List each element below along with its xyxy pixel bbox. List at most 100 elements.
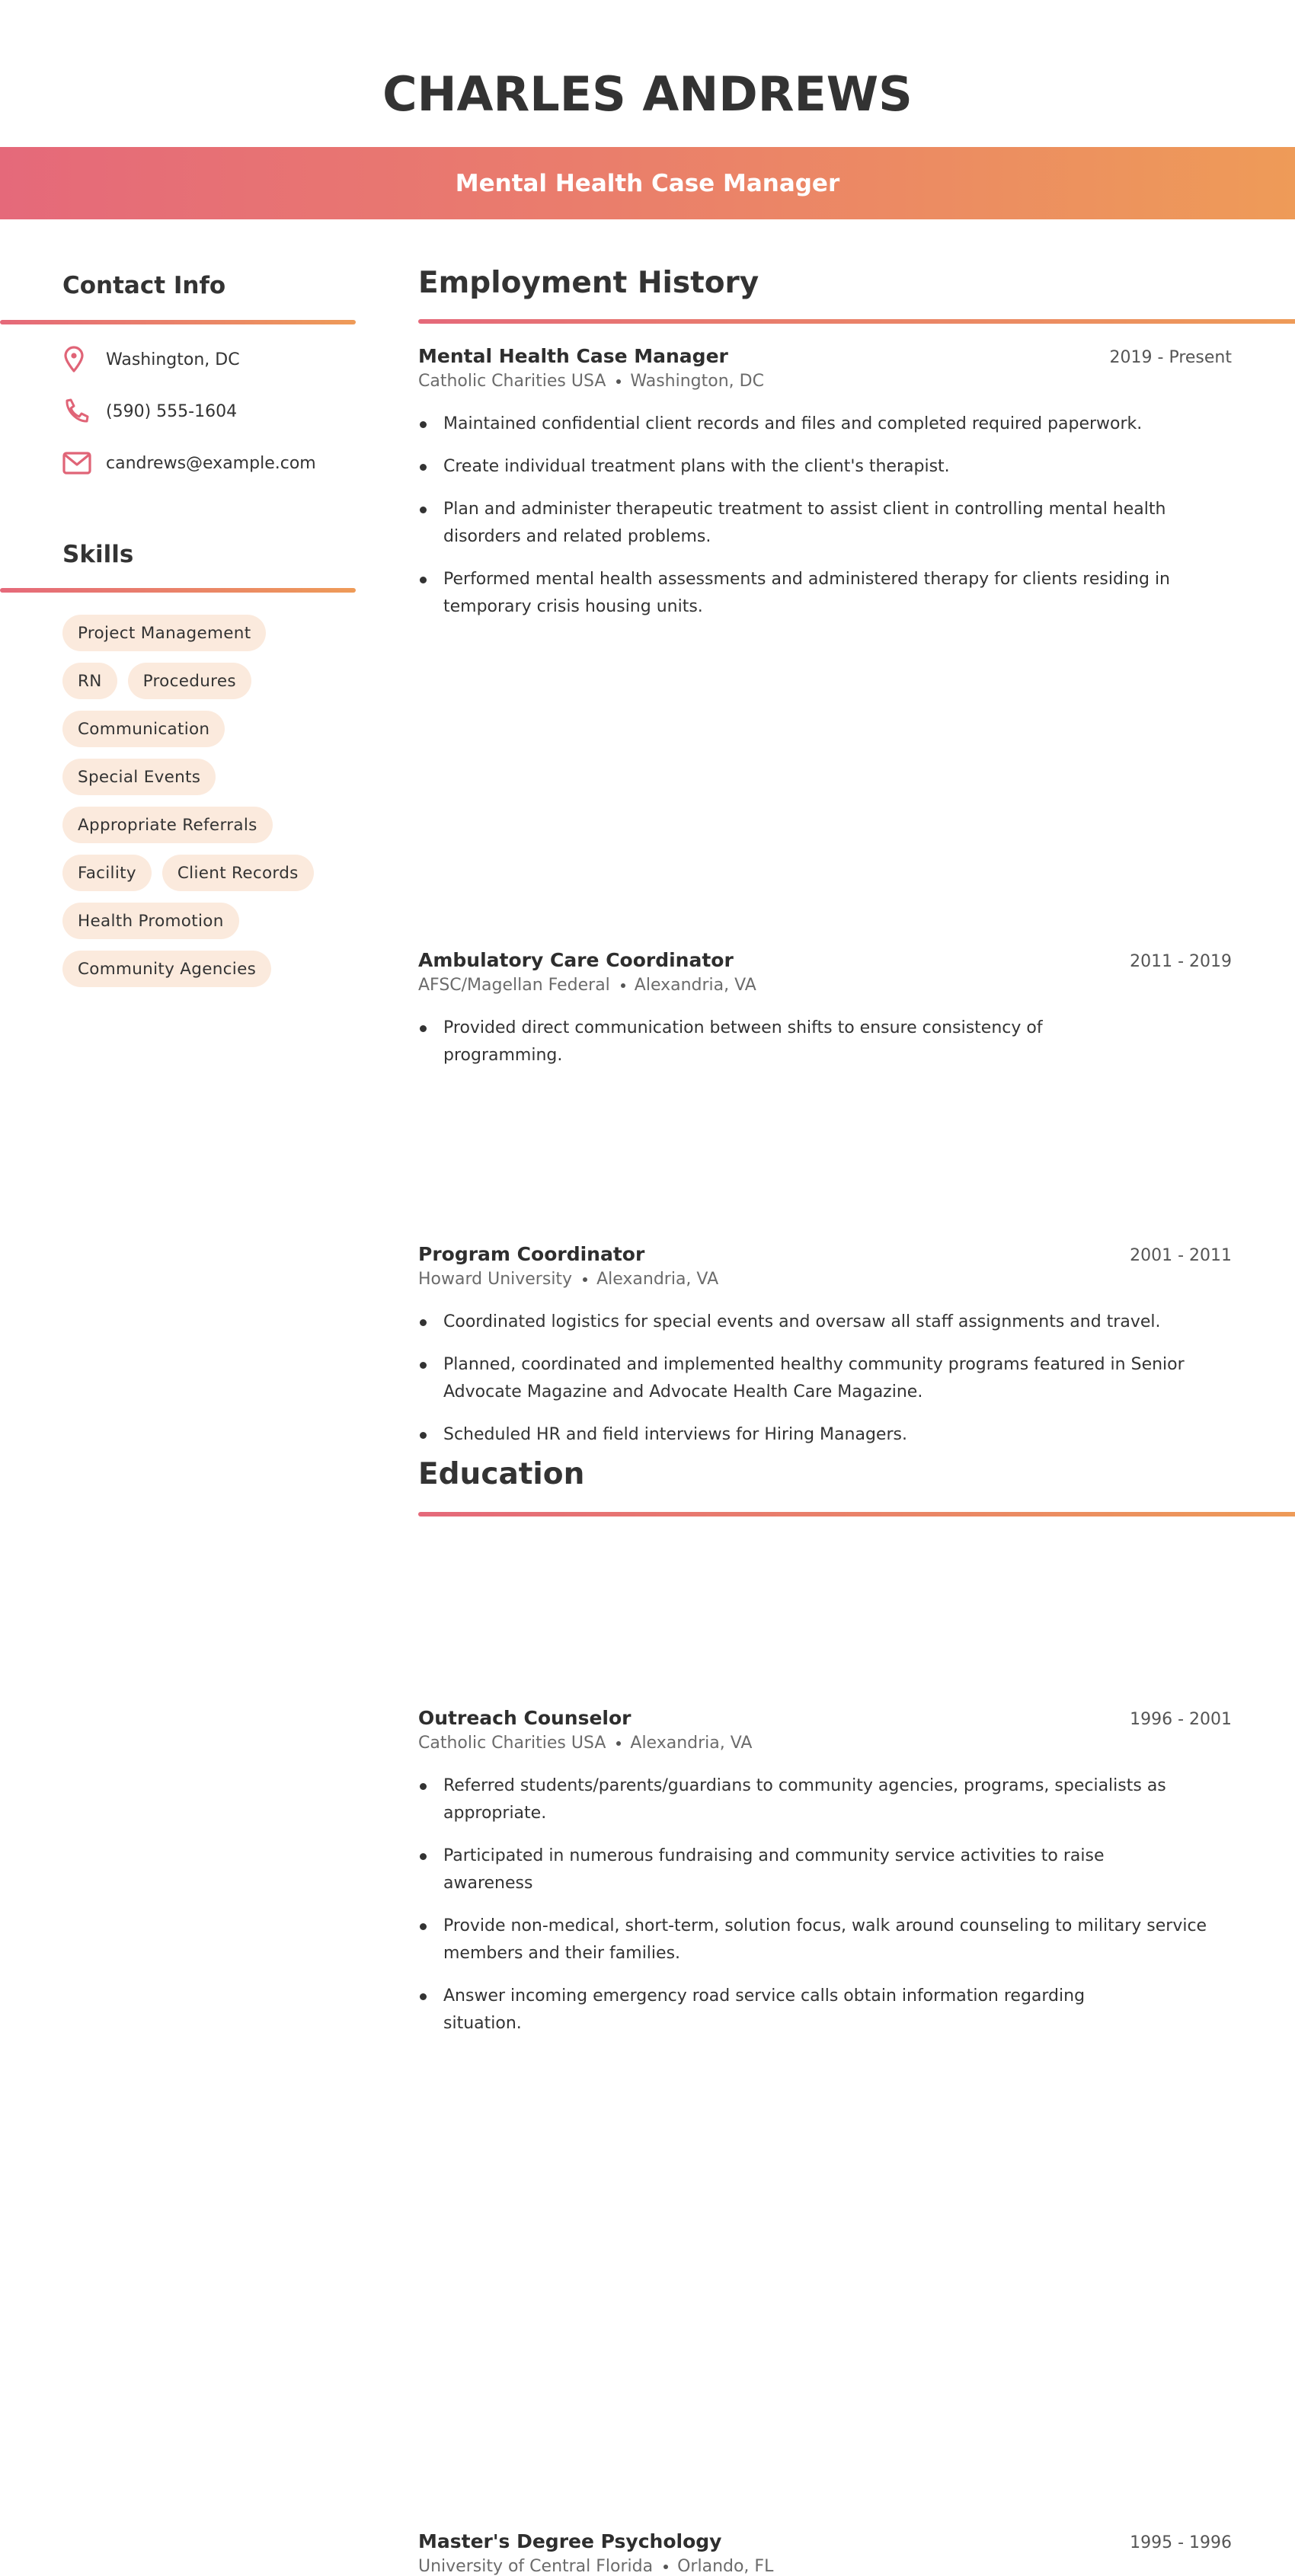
separator-dot <box>620 983 625 988</box>
bullet-dot <box>420 1853 427 1860</box>
job-entry-title: Mental Health Case Manager <box>418 345 728 367</box>
bullet-item: Create individual treatment plans with t… <box>418 453 1232 481</box>
bullet-dot <box>420 1783 427 1790</box>
bullet-text: Planned, coordinated and implemented hea… <box>443 1355 1185 1401</box>
bullet-text: Coordinated logistics for special events… <box>443 1312 1161 1331</box>
skill-pill: Community Agencies <box>62 951 272 987</box>
bullet-text: Participated in numerous fundraising and… <box>443 1846 1105 1893</box>
skill-pill: Client Records <box>161 855 314 891</box>
bullet-text: Create individual treatment plans with t… <box>443 457 950 476</box>
separator-dot <box>616 379 622 384</box>
job-entry-location: Alexandria, VA <box>634 976 756 995</box>
bullet-dot <box>420 1025 427 1032</box>
map-pin-icon <box>62 344 93 375</box>
skill-pill: Project Management <box>62 615 267 651</box>
skill-pill: Procedures <box>127 663 251 699</box>
skills-list: Project Management RN Procedures Communi… <box>62 615 360 999</box>
skill-pill: Appropriate Referrals <box>62 807 273 843</box>
bullet-text: Answer incoming emergency road service c… <box>443 1986 1086 2033</box>
skill-pill: Health Promotion <box>62 903 239 939</box>
bullet-item: Maintained confidential client records a… <box>418 411 1232 438</box>
bullet-text: Scheduled HR and field interviews for Hi… <box>443 1425 907 1444</box>
bullet-dot <box>420 421 427 428</box>
candidate-name: CHARLES ANDREWS <box>382 66 913 122</box>
bullet-dot <box>420 507 427 513</box>
bullet-dot <box>420 1923 427 1930</box>
bullet-text: Provided direct communication between sh… <box>443 1018 1043 1065</box>
contact-info-heading: Contact Info <box>62 272 226 299</box>
job-entry: Ambulatory Care Coordinator 2011 - 2019 … <box>418 949 1232 1069</box>
job-entry-location: Alexandria, VA <box>596 1270 719 1289</box>
separator-dot <box>616 1740 622 1746</box>
bullet-item: Referred students/parents/guardians to c… <box>418 1772 1232 1827</box>
bullet-text: Performed mental health assessments and … <box>443 570 1171 616</box>
bullet-dot <box>420 1362 427 1369</box>
job-bullets: Provided direct communication between sh… <box>418 1015 1232 1069</box>
skill-pill: RN <box>62 663 117 699</box>
contact-divider <box>0 320 356 324</box>
bullet-dot <box>420 464 427 471</box>
job-entry-title: Program Coordinator <box>418 1243 645 1265</box>
bullet-dot <box>420 1432 427 1439</box>
education-dates: 1995 - 1996 <box>1130 2533 1232 2552</box>
contact-phone: (590) 555-1604 <box>106 401 238 421</box>
job-entry-company: Catholic Charities USA <box>418 372 606 391</box>
bullet-dot <box>420 577 427 583</box>
contact-item-email: candrews@example.com <box>62 445 352 481</box>
education-degree: Master's Degree Psychology <box>418 2530 722 2552</box>
job-bullets: Referred students/parents/guardians to c… <box>418 1772 1232 2037</box>
bullet-item: Provide non-medical, short-term, solutio… <box>418 1913 1232 1967</box>
bullet-item: Planned, coordinated and implemented hea… <box>418 1351 1232 1406</box>
separator-dot <box>663 2564 669 2569</box>
education-entry: Master's Degree Psychology 1995 - 1996 U… <box>418 2530 1232 2576</box>
job-entry-company: Howard University <box>418 1270 573 1289</box>
job-entry: Program Coordinator 2001 - 2011 Howard U… <box>418 1243 1232 1449</box>
bullet-dot <box>420 1319 427 1326</box>
job-entry-dates: 1996 - 2001 <box>1130 1710 1232 1729</box>
job-entry-dates: 2001 - 2011 <box>1130 1246 1232 1265</box>
job-title: Mental Health Case Manager <box>455 169 840 197</box>
job-entry-company: Catholic Charities USA <box>418 1734 606 1753</box>
job-title-banner: Mental Health Case Manager <box>0 147 1295 219</box>
job-entry-title: Ambulatory Care Coordinator <box>418 949 734 971</box>
skill-pill: Special Events <box>62 759 216 795</box>
bullet-dot <box>420 1993 427 2000</box>
education-divider <box>418 1512 1295 1517</box>
envelope-icon <box>62 448 93 478</box>
bullet-text: Referred students/parents/guardians to c… <box>443 1776 1166 1823</box>
skills-divider <box>0 588 356 593</box>
job-bullets: Maintained confidential client records a… <box>418 411 1232 621</box>
bullet-text: Provide non-medical, short-term, solutio… <box>443 1916 1207 1963</box>
contact-item-phone: (590) 555-1604 <box>62 393 352 430</box>
bullet-item: Participated in numerous fundraising and… <box>418 1843 1232 1897</box>
job-entry-title: Outreach Counselor <box>418 1707 632 1729</box>
employment-history-heading: Employment History <box>418 266 759 300</box>
job-entry-dates: 2019 - Present <box>1109 348 1232 367</box>
employment-divider <box>418 319 1295 324</box>
bullet-item: Coordinated logistics for special events… <box>418 1309 1232 1336</box>
bullet-item: Plan and administer therapeutic treatmen… <box>418 496 1232 551</box>
skill-pill: Communication <box>62 711 225 747</box>
bullet-text: Plan and administer therapeutic treatmen… <box>443 500 1166 546</box>
education-heading: Education <box>418 1457 585 1491</box>
phone-icon <box>62 396 93 427</box>
job-entry: Outreach Counselor 1996 - 2001 Catholic … <box>418 1707 1232 2037</box>
education-location: Orlando, FL <box>677 2557 774 2576</box>
contact-list: Washington, DC (590) 555-1604 candrews@e… <box>62 341 352 497</box>
bullet-item: Performed mental health assessments and … <box>418 566 1232 621</box>
education-school: University of Central Florida <box>418 2557 654 2576</box>
contact-location: Washington, DC <box>106 350 240 369</box>
job-entry-dates: 2011 - 2019 <box>1130 952 1232 971</box>
job-bullets: Coordinated logistics for special events… <box>418 1309 1232 1449</box>
bullet-item: Scheduled HR and field interviews for Hi… <box>418 1421 1232 1449</box>
bullet-text: Maintained confidential client records a… <box>443 414 1143 433</box>
job-entry-location: Washington, DC <box>630 372 764 391</box>
skill-pill: Facility <box>62 855 152 891</box>
job-entry-company: AFSC/Magellan Federal <box>418 976 610 995</box>
contact-email[interactable]: candrews@example.com <box>106 454 316 473</box>
skills-heading: Skills <box>62 541 134 568</box>
bullet-item: Answer incoming emergency road service c… <box>418 1983 1232 2037</box>
job-entry-location: Alexandria, VA <box>630 1734 753 1753</box>
separator-dot <box>583 1277 588 1282</box>
bullet-item: Provided direct communication between sh… <box>418 1015 1232 1069</box>
